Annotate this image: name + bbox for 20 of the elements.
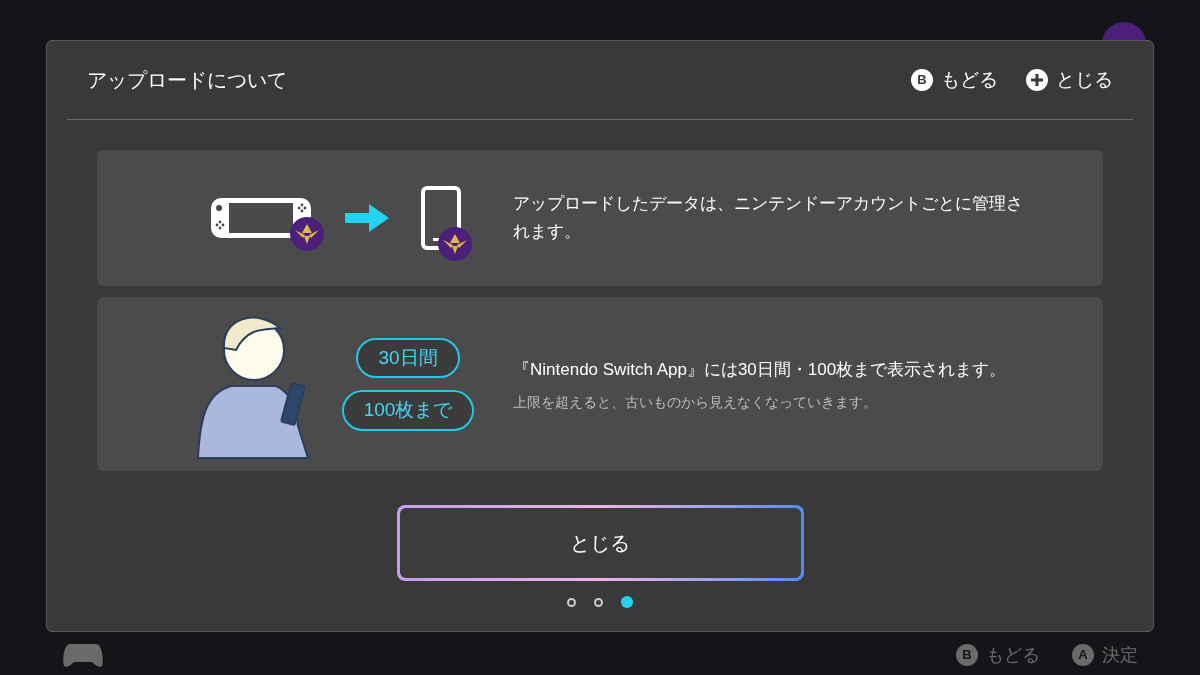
- info-text: 『Nintendo Switch App』には30日間・100枚まで表示されます。: [513, 358, 1007, 381]
- info-text: アップロードしたデータは、ニンテンドーアカウントごとに管理されます。: [513, 193, 1024, 243]
- arrow-icon: [345, 204, 389, 232]
- emblem-icon: [437, 226, 473, 262]
- key-hint-icon: B: [911, 69, 933, 91]
- key-hint-icon: B: [956, 644, 978, 666]
- handheld-console-icon: [209, 196, 313, 240]
- dialog-title: アップロードについて: [87, 68, 287, 93]
- emblem-icon: [289, 216, 325, 252]
- gamepad-icon: [62, 642, 104, 668]
- header-action[interactable]: とじる: [1026, 65, 1113, 95]
- info-note: 上限を超えると、古いものから見えなくなっていきます。: [513, 392, 878, 412]
- footer-hint-label: もどる: [986, 643, 1040, 667]
- plus-icon: [1026, 69, 1048, 91]
- footer-hint-label: 決定: [1102, 643, 1138, 667]
- limit-badge: 100枚まで: [341, 390, 475, 431]
- key-hint-icon: A: [1072, 644, 1094, 666]
- limit-badge: 30日間: [356, 337, 460, 378]
- header-action[interactable]: B もどる: [911, 65, 998, 95]
- close-button[interactable]: とじる: [396, 505, 804, 581]
